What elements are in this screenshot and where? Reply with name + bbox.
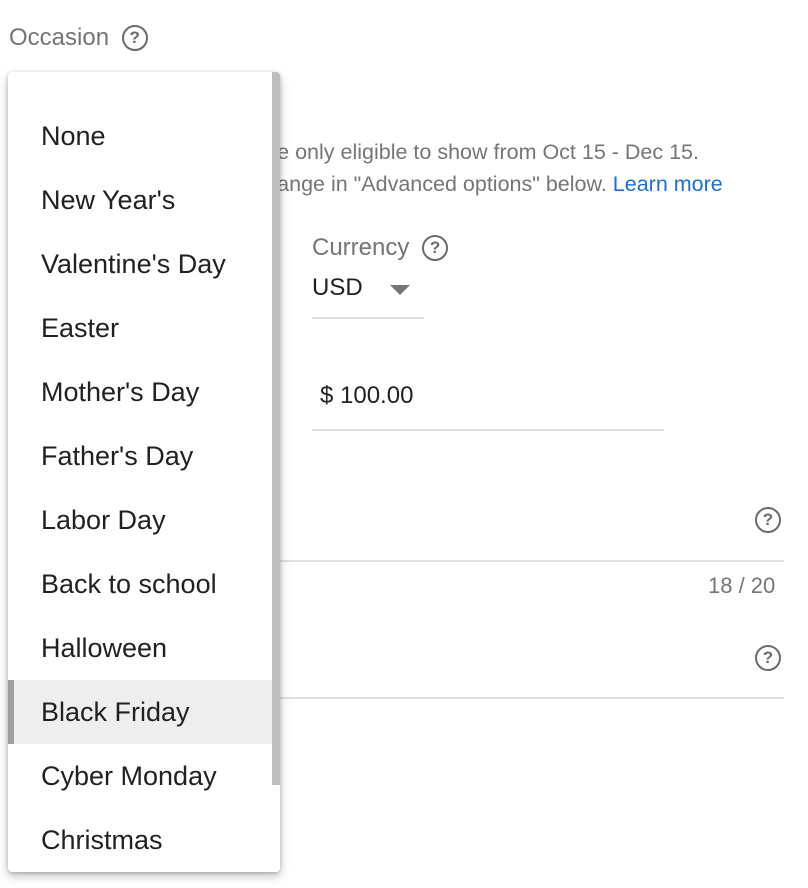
menu-item-label: Mother's Day	[41, 377, 200, 407]
occasion-field-label: Occasion ?	[9, 24, 148, 52]
amount-value: $ 100.00	[320, 382, 414, 409]
help-circle-icon[interactable]: ?	[422, 235, 449, 261]
menu-item-label: Easter	[41, 313, 120, 343]
menu-item-halloween[interactable]: Halloween	[8, 616, 272, 680]
field4-underline	[270, 697, 784, 699]
menu-item-mothers-day[interactable]: Mother's Day	[8, 360, 272, 424]
menu-item-label: Cyber Monday	[41, 761, 217, 791]
help-circle-icon[interactable]: ?	[755, 507, 781, 533]
menu-item-easter[interactable]: Easter	[8, 296, 272, 360]
currency-value: USD	[312, 274, 363, 301]
menu-item-cyber-monday[interactable]: Cyber Monday	[8, 744, 272, 808]
currency-select[interactable]: USD	[312, 270, 424, 320]
menu-item-labor-day[interactable]: Labor Day	[8, 488, 272, 552]
occasion-label-text: Occasion	[9, 24, 110, 51]
menu-item-label: Father's Day	[41, 441, 194, 471]
occasion-hint-line2: range in "Advanced options" below. Learn…	[270, 172, 723, 197]
occasion-hint-line1: re only eligible to show from Oct 15 - D…	[270, 140, 699, 164]
menu-item-label: Halloween	[41, 633, 168, 663]
menu-item-label: Valentine's Day	[41, 249, 226, 279]
help-circle-icon[interactable]: ?	[121, 25, 148, 51]
menu-item-label: Labor Day	[41, 505, 166, 535]
menu-item-new-years[interactable]: New Year's	[8, 168, 272, 232]
amount-input[interactable]: $ 100.00	[312, 380, 664, 432]
menu-item-label: Christmas	[41, 825, 163, 855]
menu-item-black-friday[interactable]: Black Friday	[8, 680, 272, 744]
menu-item-christmas[interactable]: Christmas	[8, 808, 272, 872]
menu-item-back-to-school[interactable]: Back to school	[8, 552, 272, 616]
menu-item-label: New Year's	[41, 185, 176, 215]
help-circle-icon[interactable]: ?	[755, 645, 781, 671]
menu-item-valentines-day[interactable]: Valentine's Day	[8, 232, 272, 296]
learn-more-link[interactable]: Learn more	[613, 172, 723, 196]
menu-item-fathers-day[interactable]: Father's Day	[8, 424, 272, 488]
currency-underline	[312, 317, 424, 319]
occasion-dropdown-menu: None New Year's Valentine's Day Easter M…	[8, 72, 280, 872]
hint-text: range in "Advanced options" below.	[270, 172, 607, 196]
field3-underline	[270, 560, 784, 562]
menu-item-none[interactable]: None	[8, 104, 272, 168]
menu-scrollbar-thumb[interactable]	[272, 72, 280, 785]
character-counter: 18 / 20	[708, 573, 776, 598]
dropdown-arrow-icon	[390, 285, 410, 295]
amount-underline	[312, 429, 664, 431]
menu-item-label: Black Friday	[41, 697, 190, 727]
menu-item-label: None	[41, 121, 106, 151]
currency-label-text: Currency	[312, 234, 410, 261]
menu-item-label: Back to school	[41, 569, 217, 599]
currency-field-label: Currency ?	[312, 234, 449, 262]
